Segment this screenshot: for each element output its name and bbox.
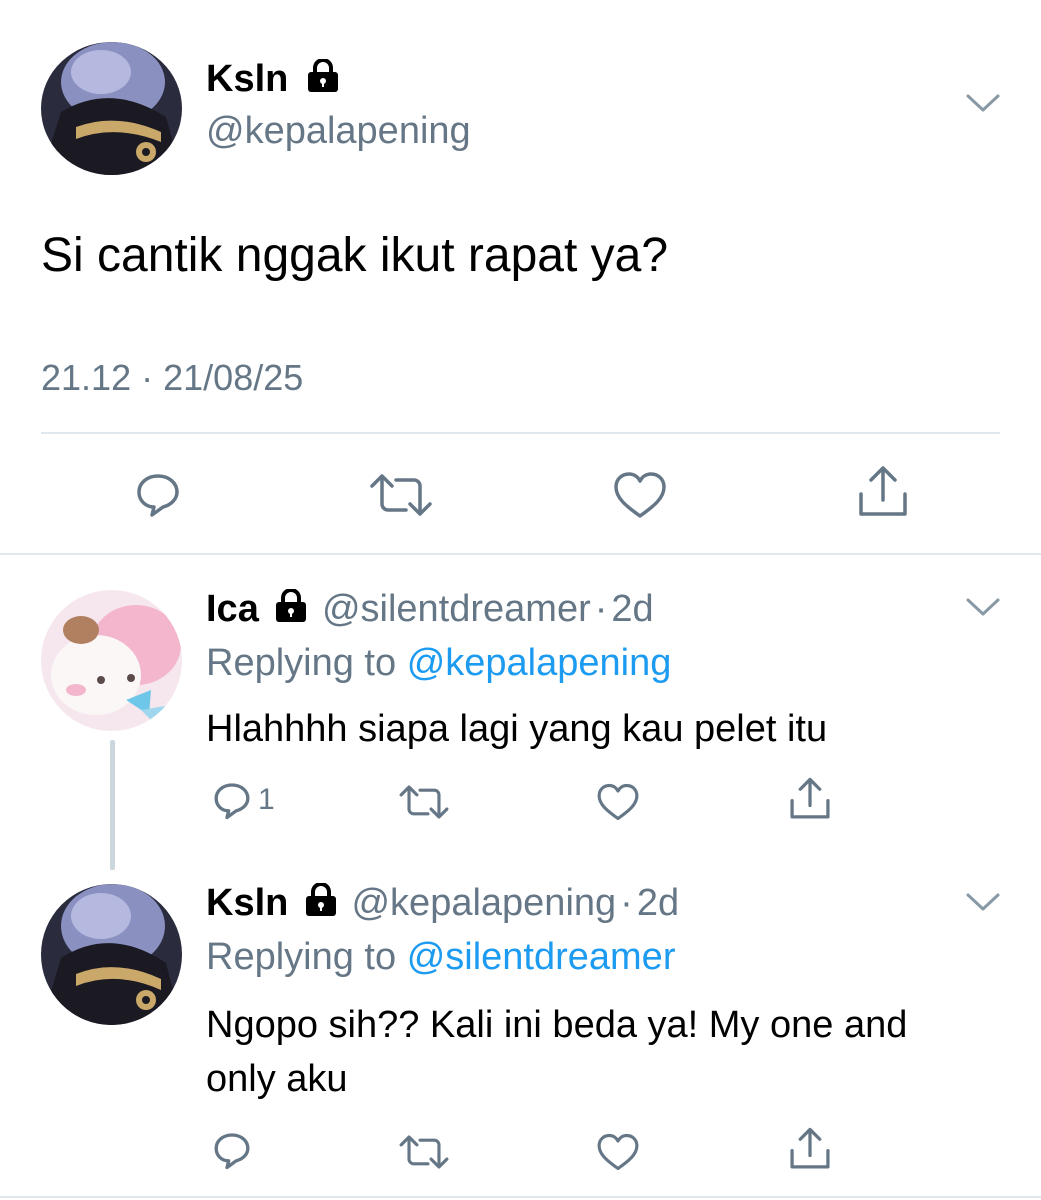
chevron-down-icon[interactable] — [965, 92, 1001, 114]
share-icon — [790, 777, 830, 819]
share-icon — [790, 1127, 830, 1169]
tweet-text: Si cantik nggak ikut rapat ya? — [41, 229, 669, 282]
reply-text-line: Ngopo sih?? Kali ini beda ya! My one and — [206, 1004, 908, 1046]
reply-handle[interactable]: @silentdreamer — [322, 588, 591, 630]
share-button[interactable] — [788, 1126, 832, 1172]
separator: · — [594, 588, 608, 630]
reply-button[interactable] — [134, 470, 182, 518]
replying-to-label: Replying to — [206, 642, 397, 684]
share-button[interactable] — [788, 776, 832, 822]
thread-line — [110, 740, 115, 870]
tweet-date: 21/08/25 — [163, 357, 304, 398]
chevron-down-icon[interactable] — [965, 891, 1001, 913]
replying-to-link[interactable]: @silentdreamer — [407, 936, 676, 978]
reply-count: 1 — [258, 783, 275, 816]
replying-to-label: Replying to — [206, 936, 397, 978]
reply-icon — [137, 474, 179, 517]
like-button[interactable] — [612, 470, 668, 520]
reply-display-name[interactable]: Ksln — [206, 882, 288, 924]
reply-icon — [214, 783, 250, 820]
bottom-divider — [0, 1196, 1041, 1198]
reply-button[interactable]: 1 — [212, 780, 275, 820]
share-button[interactable] — [856, 464, 910, 520]
lock-icon — [305, 882, 337, 928]
replying-to-link[interactable]: @kepalapening — [407, 642, 672, 684]
retweet-button[interactable] — [368, 472, 434, 518]
like-icon — [614, 472, 666, 518]
avatar-silentdreamer[interactable] — [41, 590, 182, 731]
separator: · — [141, 357, 154, 398]
retweet-button[interactable] — [398, 1133, 450, 1171]
lock-icon — [307, 58, 339, 104]
retweet-icon — [399, 1135, 449, 1169]
retweet-icon — [370, 474, 432, 516]
section-divider — [0, 553, 1041, 555]
separator: · — [620, 882, 633, 924]
display-name[interactable]: Ksln — [206, 58, 288, 100]
divider — [41, 432, 1000, 434]
avatar-kepalapening[interactable] — [41, 884, 182, 1025]
retweet-icon — [399, 785, 449, 819]
tweet-time: 21.12 — [41, 357, 132, 398]
lock-icon — [275, 588, 307, 634]
avatar-kepalapening[interactable] — [41, 42, 182, 175]
like-button[interactable] — [596, 782, 640, 822]
reply-text: Hlahhhh siapa lagi yang kau pelet itu — [206, 708, 828, 750]
like-icon — [597, 1133, 639, 1171]
reply-handle[interactable]: @kepalapening — [351, 882, 616, 924]
reply-display-name[interactable]: Ica — [206, 588, 259, 630]
retweet-button[interactable] — [398, 783, 450, 821]
reply-text-line: only aku — [206, 1058, 348, 1100]
reply-icon — [214, 1133, 250, 1170]
handle[interactable]: @kepalapening — [206, 108, 471, 154]
share-icon — [859, 466, 907, 516]
reply-age: 2d — [636, 882, 680, 924]
like-icon — [597, 783, 639, 821]
tweet-timestamp: 21.12 · 21/08/25 — [41, 356, 303, 400]
reply-age: 2d — [611, 588, 654, 630]
reply-button[interactable] — [212, 1130, 252, 1170]
chevron-down-icon[interactable] — [965, 596, 1001, 618]
like-button[interactable] — [596, 1132, 640, 1172]
